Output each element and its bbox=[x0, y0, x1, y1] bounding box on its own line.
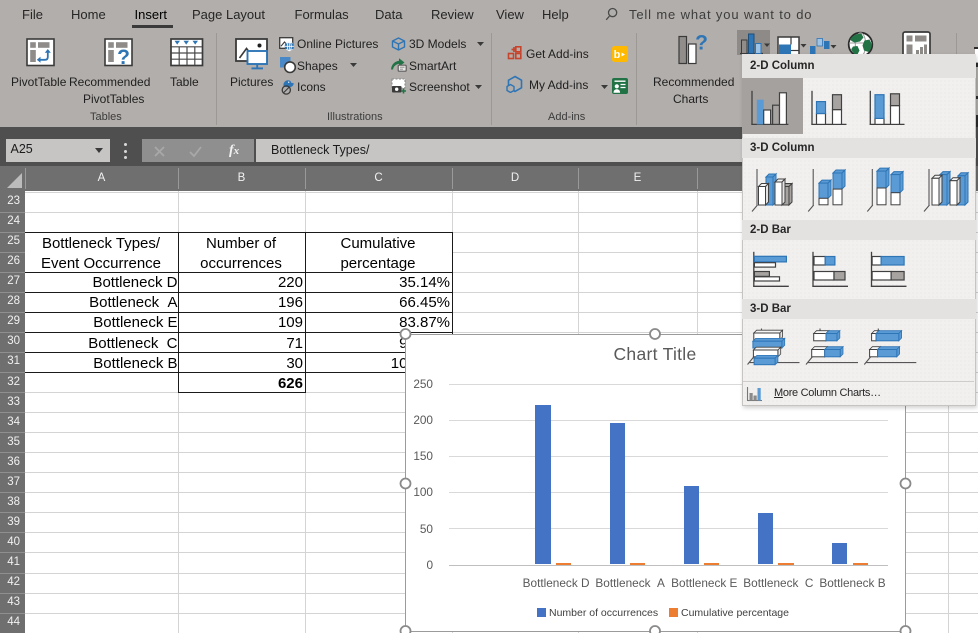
svg-text:?: ? bbox=[117, 46, 130, 67]
svg-text:b: b bbox=[614, 49, 621, 61]
svg-text:?: ? bbox=[695, 33, 708, 55]
